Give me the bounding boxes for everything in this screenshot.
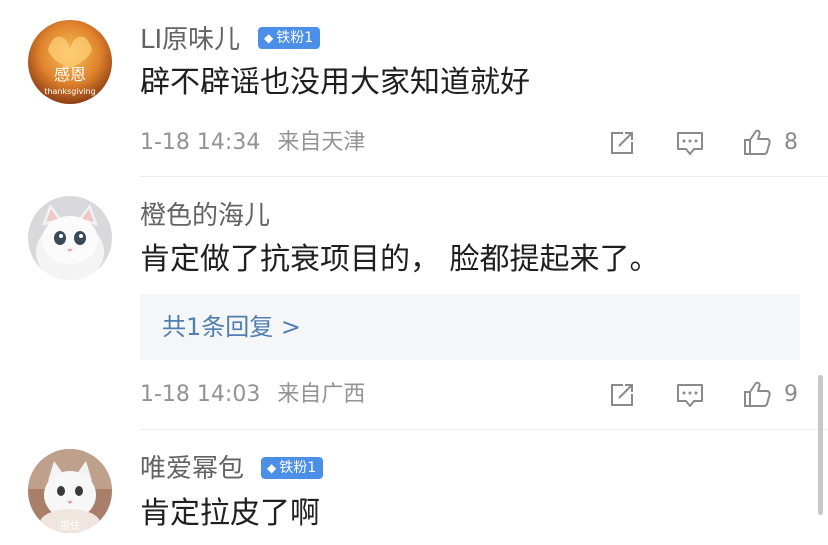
avatar[interactable]	[28, 196, 112, 280]
avatar-caption: 担住	[60, 519, 80, 532]
thumbs-up-icon[interactable]	[742, 379, 772, 409]
diamond-icon: ◆	[267, 461, 277, 475]
username[interactable]: 唯爱幂包	[140, 456, 244, 482]
comment-text: 肯定拉皮了啊	[140, 496, 320, 531]
fan-badge[interactable]: ◆ 铁粉1	[258, 27, 321, 49]
like-count: 8	[784, 130, 798, 155]
share-icon[interactable]	[607, 128, 637, 158]
comment-location: 来自广西	[277, 382, 366, 407]
comment-meta: 1-18 14:03 来自广西	[140, 384, 365, 406]
comment-meta: 1-18 14:34 来自天津	[140, 132, 365, 154]
comment-icon[interactable]	[675, 380, 705, 410]
scrollbar[interactable]	[818, 375, 823, 515]
avatar-image: 担住	[28, 449, 112, 533]
comment-icon[interactable]	[675, 128, 705, 158]
divider	[140, 176, 828, 177]
username[interactable]: 橙色的海儿	[140, 203, 270, 229]
diamond-icon: ◆	[264, 31, 274, 45]
comment-time: 1-18 14:34	[140, 130, 261, 155]
view-replies-link[interactable]: 共1条回复 >	[162, 315, 301, 339]
divider	[140, 429, 828, 430]
thumbs-up-icon[interactable]	[742, 127, 772, 157]
reply-summary[interactable]: 共1条回复 >	[140, 294, 800, 360]
avatar-caption: 感恩	[54, 65, 86, 84]
comment-time: 1-18 14:03	[140, 382, 261, 407]
comment-text: 辟不辟谣也没用大家知道就好	[140, 65, 530, 100]
avatar-image: 感恩 thanksgiving	[28, 20, 112, 104]
fan-badge[interactable]: ◆ 铁粉1	[261, 457, 324, 479]
avatar[interactable]: 感恩 thanksgiving	[28, 20, 112, 104]
avatar-image	[28, 196, 112, 280]
like-count: 9	[784, 382, 798, 407]
avatar[interactable]: 担住	[28, 449, 112, 533]
username[interactable]: LI原味儿	[140, 27, 240, 53]
badge-label: 铁粉1	[276, 30, 314, 46]
comment-text: 肯定做了抗衰项目的， 脸都提起来了。	[140, 242, 660, 277]
badge-label: 铁粉1	[279, 460, 317, 476]
share-icon[interactable]	[607, 380, 637, 410]
comment-location: 来自天津	[277, 130, 366, 155]
avatar-subcaption: thanksgiving	[44, 87, 95, 96]
